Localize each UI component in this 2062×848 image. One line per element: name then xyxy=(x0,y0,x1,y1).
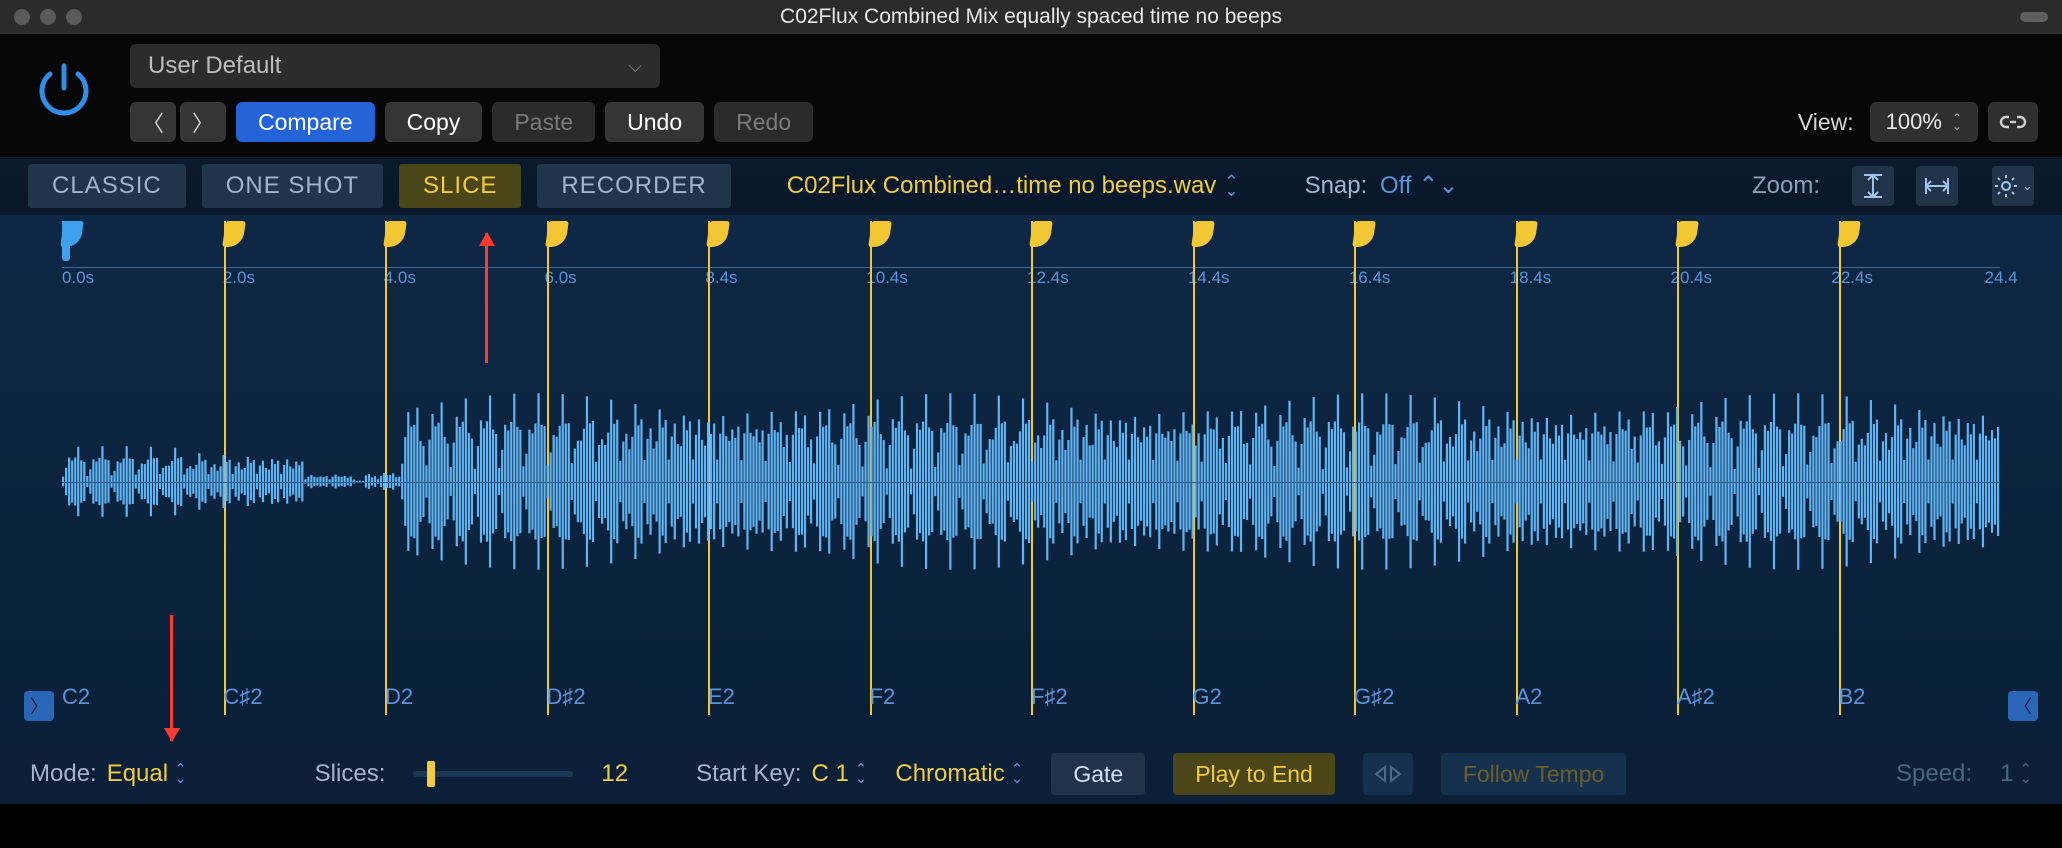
note-strip: C2 C♯2 D2 D♯2 E2 F2 F♯2 G2 G♯2 A2 A♯2 B2 xyxy=(62,684,2000,728)
slice-marker[interactable] xyxy=(62,221,82,247)
midline xyxy=(62,482,2000,483)
preset-menu[interactable]: User Default ⌵ xyxy=(130,44,660,88)
waveform-display[interactable] xyxy=(62,301,2000,662)
chevron-down-icon: ⌵ xyxy=(628,56,642,77)
stepper-icon: ⌃⌄ xyxy=(1224,177,1238,195)
tab-one-shot[interactable]: ONE SHOT xyxy=(202,164,383,208)
file-name: C02Flux Combined…time no beeps.wav xyxy=(787,172,1217,200)
zoom-vertical-button[interactable] xyxy=(1852,166,1894,206)
zoom-label: Zoom: xyxy=(1752,172,1820,200)
tab-classic[interactable]: CLASSIC xyxy=(28,164,186,208)
copy-button[interactable]: Copy xyxy=(385,102,483,142)
waveform-area[interactable]: 0.0s 2.0s 4.0s 6.0s 8.4s 10.4s 12.4s 14.… xyxy=(0,214,2062,744)
view-label: View: xyxy=(1798,109,1854,136)
slice-marker[interactable] xyxy=(708,221,728,247)
undo-button[interactable]: Undo xyxy=(605,102,704,142)
scale-value: Chromatic xyxy=(895,760,1004,788)
link-button[interactable] xyxy=(1988,102,2038,142)
chevron-down-icon: ⌄ xyxy=(2022,178,2033,194)
note-label: E2 xyxy=(708,684,735,710)
mode-value: Equal xyxy=(107,760,168,788)
slice-marker[interactable] xyxy=(870,221,890,247)
ruler-tick: 4.0s xyxy=(384,268,416,288)
note-label: G2 xyxy=(1193,684,1222,710)
next-preset-button[interactable]: 〉 xyxy=(180,102,226,142)
scroll-left-button[interactable]: 〉 xyxy=(24,691,54,721)
slice-marker[interactable] xyxy=(1516,221,1536,247)
mode-label: Mode: xyxy=(30,760,97,788)
stepper-icon: ⌃⌄ xyxy=(1011,765,1024,783)
paste-button[interactable]: Paste xyxy=(492,102,595,142)
prev-preset-button[interactable]: 〈 xyxy=(130,102,176,142)
note-label: F2 xyxy=(870,684,896,710)
note-label: G♯2 xyxy=(1354,684,1394,710)
tab-slice[interactable]: SLICE xyxy=(399,164,521,208)
window-title: C02Flux Combined Mix equally spaced time… xyxy=(780,5,1282,29)
slices-value: 12 xyxy=(601,760,628,788)
slice-marker[interactable] xyxy=(385,221,405,247)
ruler-tick: 24.4 xyxy=(1984,268,2017,288)
speed-value[interactable]: 1 ⌃⌄ xyxy=(2000,760,2032,788)
tab-recorder[interactable]: RECORDER xyxy=(537,164,730,208)
snap-value: Off xyxy=(1380,172,1412,199)
view-percent[interactable]: 100% ⌃⌄ xyxy=(1870,102,1978,142)
startkey-label: Start Key: xyxy=(696,760,801,788)
note-label: D♯2 xyxy=(547,684,586,710)
note-label: A2 xyxy=(1516,684,1543,710)
zoom-window[interactable] xyxy=(66,9,82,25)
annotation-arrow xyxy=(485,233,488,363)
ruler-tick: 10.4s xyxy=(866,268,908,288)
snap-control[interactable]: Snap: Off ⌃⌄ xyxy=(1305,171,1459,200)
slice-marker[interactable] xyxy=(547,221,567,247)
preset-name: User Default xyxy=(148,52,281,80)
note-label: D2 xyxy=(385,684,413,710)
window-handle xyxy=(2020,12,2048,22)
play-to-end-button[interactable]: Play to End xyxy=(1173,753,1335,795)
follow-tempo-button[interactable]: Follow Tempo xyxy=(1441,753,1626,795)
settings-gear-button[interactable]: ⌄ xyxy=(1992,166,2034,206)
ruler-tick: 8.4s xyxy=(705,268,737,288)
slices-slider[interactable] xyxy=(413,771,573,777)
stepper-icon: ⌃⌄ xyxy=(1952,114,1962,130)
ruler-tick: 0.0s xyxy=(62,268,94,288)
slice-marker[interactable] xyxy=(1193,221,1213,247)
snap-label: Snap: xyxy=(1305,172,1368,199)
mode-menu[interactable]: Equal ⌃⌄ xyxy=(107,760,187,788)
note-label: C2 xyxy=(62,684,90,710)
note-label: C♯2 xyxy=(223,684,262,710)
stepper-icon: ⌃⌄ xyxy=(855,765,868,783)
startkey-value: C 1 xyxy=(811,760,848,788)
power-button[interactable] xyxy=(24,50,104,130)
minimize-window[interactable] xyxy=(40,9,56,25)
gate-button[interactable]: Gate xyxy=(1051,753,1145,795)
scroll-right-button[interactable]: 〈 xyxy=(2008,691,2038,721)
stepper-icon: ⌃⌄ xyxy=(174,765,187,783)
slice-marker[interactable] xyxy=(1354,221,1374,247)
ruler-tick: 2.0s xyxy=(223,268,255,288)
speed-label: Speed: xyxy=(1896,760,1972,788)
note-label: F♯2 xyxy=(1031,684,1068,710)
view-percent-value: 100% xyxy=(1886,109,1942,135)
zoom-horizontal-button[interactable] xyxy=(1916,166,1958,206)
file-name-menu[interactable]: C02Flux Combined…time no beeps.wav ⌃⌄ xyxy=(787,172,1239,200)
ruler-tick: 6.0s xyxy=(545,268,577,288)
scale-menu[interactable]: Chromatic ⌃⌄ xyxy=(895,760,1023,788)
slice-marker[interactable] xyxy=(1677,221,1697,247)
startkey-menu[interactable]: C 1 ⌃⌄ xyxy=(811,760,867,788)
slice-marker[interactable] xyxy=(1839,221,1859,247)
slices-label: Slices: xyxy=(315,760,386,788)
stepper-icon: ⌃⌄ xyxy=(2019,765,2032,783)
slice-marker[interactable] xyxy=(1031,221,1051,247)
compare-button[interactable]: Compare xyxy=(236,102,375,142)
ruler-tick: 12.4s xyxy=(1027,268,1069,288)
close-window[interactable] xyxy=(14,9,30,25)
stepper-icon: ⌃⌄ xyxy=(1418,171,1458,200)
note-label: B2 xyxy=(1839,684,1866,710)
redo-button[interactable]: Redo xyxy=(714,102,813,142)
reverse-button[interactable] xyxy=(1363,753,1413,795)
slice-marker[interactable] xyxy=(224,221,244,247)
note-label: A♯2 xyxy=(1677,684,1715,710)
